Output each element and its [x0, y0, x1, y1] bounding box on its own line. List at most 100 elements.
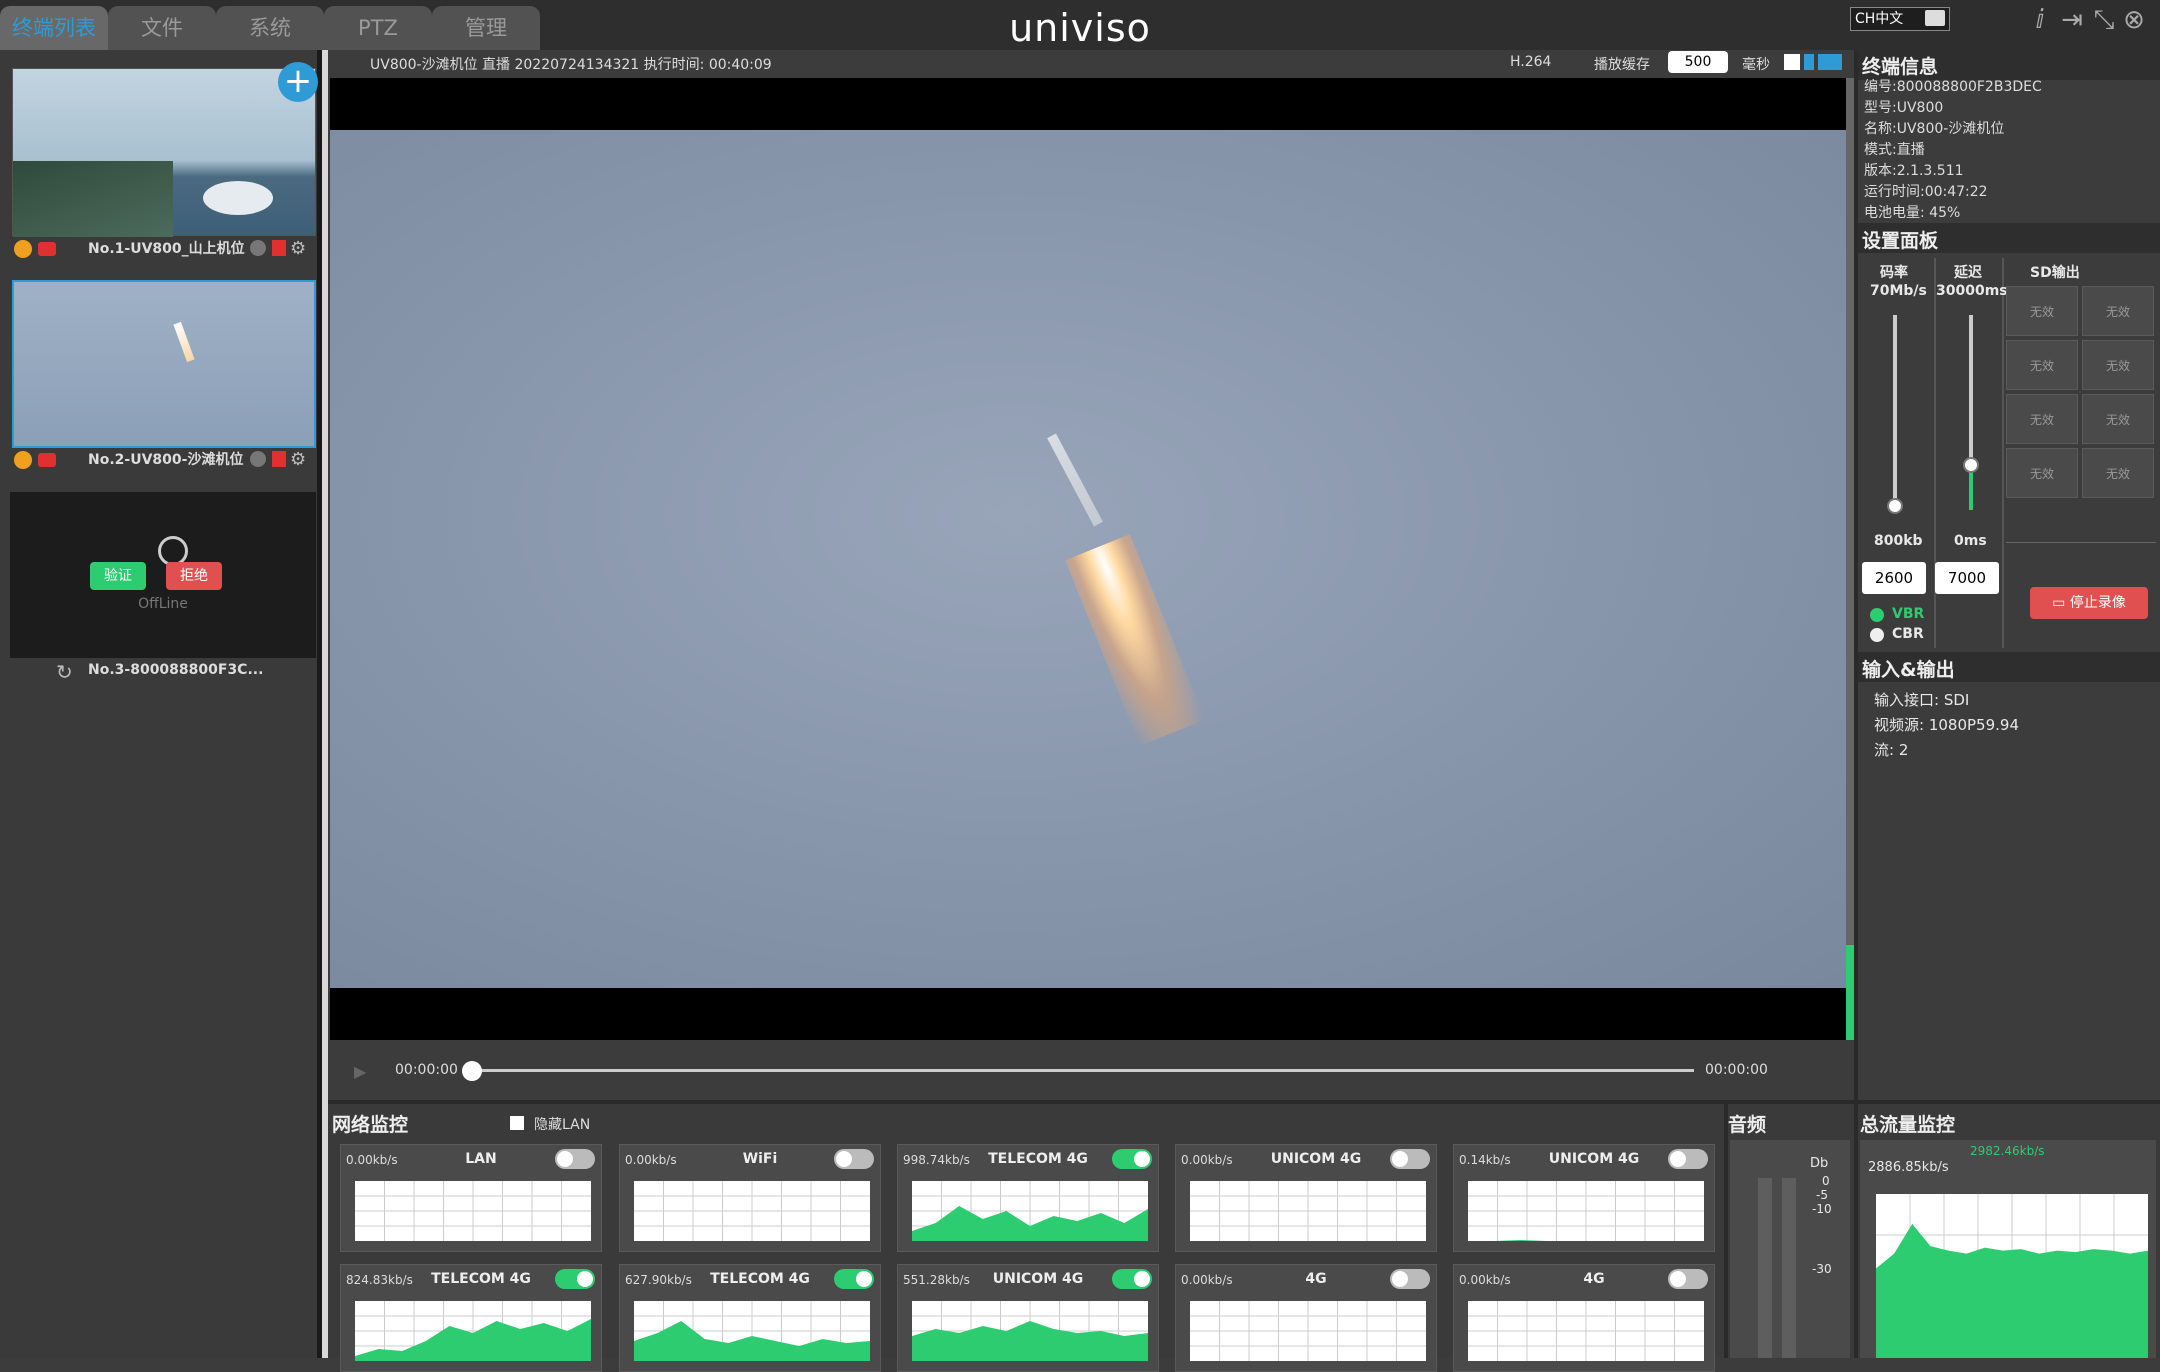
sd-cell[interactable]: 无效 [2082, 286, 2154, 336]
play-icon[interactable]: ▶ [354, 1062, 366, 1081]
live-icon [14, 240, 32, 258]
terminal-info-list: 编号:800088800F2B3DEC 型号:UV800 名称:UV800-沙滩… [1864, 77, 2042, 224]
network-toggle[interactable] [1112, 1149, 1152, 1169]
bitrate-slider[interactable] [1893, 315, 1897, 510]
bitrate-label: 码率 [1880, 265, 1908, 281]
device-label-1: No.1-UV800_山上机位 [88, 241, 245, 257]
network-toggle[interactable] [1390, 1269, 1430, 1289]
logout-icon[interactable]: ⇥ [2056, 4, 2088, 36]
network-rate: 0.00kb/s [1181, 1273, 1233, 1287]
audio-title: 音频 [1728, 1114, 1767, 1136]
sd-cell[interactable]: 无效 [2082, 394, 2154, 444]
video-letterbox-bottom [330, 988, 1846, 1040]
sd-cell[interactable]: 无效 [2006, 448, 2078, 498]
add-device-button[interactable]: + [278, 62, 318, 102]
network-toggle[interactable] [555, 1269, 595, 1289]
land-shape [13, 161, 173, 237]
network-rate: 627.90kb/s [625, 1273, 692, 1287]
language-label: CH中文 [1855, 11, 1904, 27]
info-icon[interactable]: ⅈ [2024, 4, 2056, 36]
network-chart [634, 1181, 870, 1241]
audio-unit: Db [1810, 1156, 1829, 1171]
network-toggle[interactable] [1390, 1149, 1430, 1169]
column-divider [2002, 258, 2004, 648]
total-flow-card: 2982.46kb/s 2886.85kb/s [1860, 1140, 2156, 1358]
network-graph [355, 1181, 591, 1241]
gear-icon[interactable]: ⚙ [290, 449, 306, 470]
tab-manage[interactable]: 管理 [432, 6, 540, 50]
network-name: TELECOM 4G [710, 1271, 810, 1287]
network-rate: 0.00kb/s [1459, 1273, 1511, 1287]
sd-cell[interactable]: 无效 [2082, 340, 2154, 390]
refresh-icon[interactable]: ↻ [56, 660, 73, 684]
network-toggle[interactable] [834, 1269, 874, 1289]
progress-track[interactable] [472, 1069, 1694, 1072]
progress-knob[interactable] [462, 1061, 482, 1081]
rocket-flame [1065, 534, 1205, 746]
gear-icon[interactable]: ⚙ [290, 238, 306, 259]
hide-lan-checkbox[interactable] [510, 1116, 524, 1130]
volume-bar[interactable] [1846, 78, 1854, 1040]
info-view-icon[interactable] [1804, 54, 1814, 70]
reject-button[interactable]: 拒绝 [166, 562, 222, 590]
network-chart [355, 1301, 591, 1361]
sd-cell[interactable]: 无效 [2006, 286, 2078, 336]
bitrate-max: 70Mb/s [1870, 283, 1927, 299]
sd-cell[interactable]: 无效 [2082, 448, 2154, 498]
tab-files[interactable]: 文件 [108, 6, 216, 50]
status-dot-icon [250, 240, 266, 256]
audio-meter: Db 0 -5 -10 -30 [1730, 1140, 1850, 1358]
terminal-info-title: 终端信息 [1862, 56, 1939, 78]
network-toggle[interactable] [1668, 1149, 1708, 1169]
verify-button[interactable]: 验证 [90, 562, 146, 590]
vbr-radio[interactable] [1870, 608, 1884, 622]
language-select[interactable]: CH中文 [1850, 7, 1950, 31]
network-chart [912, 1181, 1148, 1241]
network-graph [912, 1301, 1148, 1361]
network-rate: 0.00kb/s [1181, 1153, 1233, 1167]
screen-view-icon[interactable] [1818, 54, 1842, 70]
live-icon [14, 451, 32, 469]
network-chart [355, 1181, 591, 1241]
minimize-icon[interactable]: ⤡ [2088, 4, 2120, 36]
hide-lan-label: 隐藏LAN [534, 1117, 591, 1133]
network-toggle[interactable] [834, 1149, 874, 1169]
device-thumbnail-1[interactable] [12, 68, 316, 237]
bitrate-slider-knob[interactable] [1887, 498, 1903, 515]
network-toggle[interactable] [555, 1149, 595, 1169]
info-line: 运行时间:00:47:22 [1864, 184, 1988, 200]
cbr-radio[interactable] [1870, 628, 1884, 642]
delay-input[interactable]: 7000 [1935, 562, 1999, 594]
record-icon [38, 242, 56, 256]
close-icon[interactable]: ⊗ [2118, 4, 2150, 36]
stop-recording-button[interactable]: ▭ 停止录像 [2030, 587, 2148, 619]
audio-tick: 0 [1822, 1174, 1830, 1188]
tab-ptz[interactable]: PTZ [324, 6, 432, 50]
network-rate: 551.28kb/s [903, 1273, 970, 1287]
envelope-icon [1925, 10, 1945, 26]
network-card: 824.83kb/s TELECOM 4G [340, 1264, 602, 1372]
delay-min: 0ms [1954, 533, 1987, 549]
network-rate: 824.83kb/s [346, 1273, 413, 1287]
bitrate-input[interactable]: 2600 [1862, 562, 1926, 594]
playback-end-time: 00:00:00 [1705, 1062, 1768, 1078]
device-thumbnail-2[interactable] [12, 280, 316, 448]
divider [1724, 1100, 1728, 1358]
total-flow-title: 总流量监控 [1860, 1114, 1956, 1136]
network-name: TELECOM 4G [431, 1271, 531, 1287]
video-letterbox-top [330, 78, 1846, 130]
network-name: 4G [1583, 1271, 1605, 1287]
info-line: 型号:UV800 [1864, 100, 1944, 116]
tab-terminal-list[interactable]: 终端列表 [0, 6, 108, 50]
network-rate: 0.00kb/s [346, 1153, 398, 1167]
network-toggle[interactable] [1668, 1269, 1708, 1289]
rocket-body [1047, 433, 1103, 527]
network-graph [634, 1301, 870, 1361]
tab-system[interactable]: 系统 [216, 6, 324, 50]
sd-cell[interactable]: 无效 [2006, 340, 2078, 390]
cache-input[interactable]: 500 [1668, 51, 1728, 73]
sd-cell[interactable]: 无效 [2006, 394, 2078, 444]
network-toggle[interactable] [1112, 1269, 1152, 1289]
video-player[interactable] [330, 130, 1846, 988]
grid-view-icon[interactable] [1784, 54, 1800, 70]
